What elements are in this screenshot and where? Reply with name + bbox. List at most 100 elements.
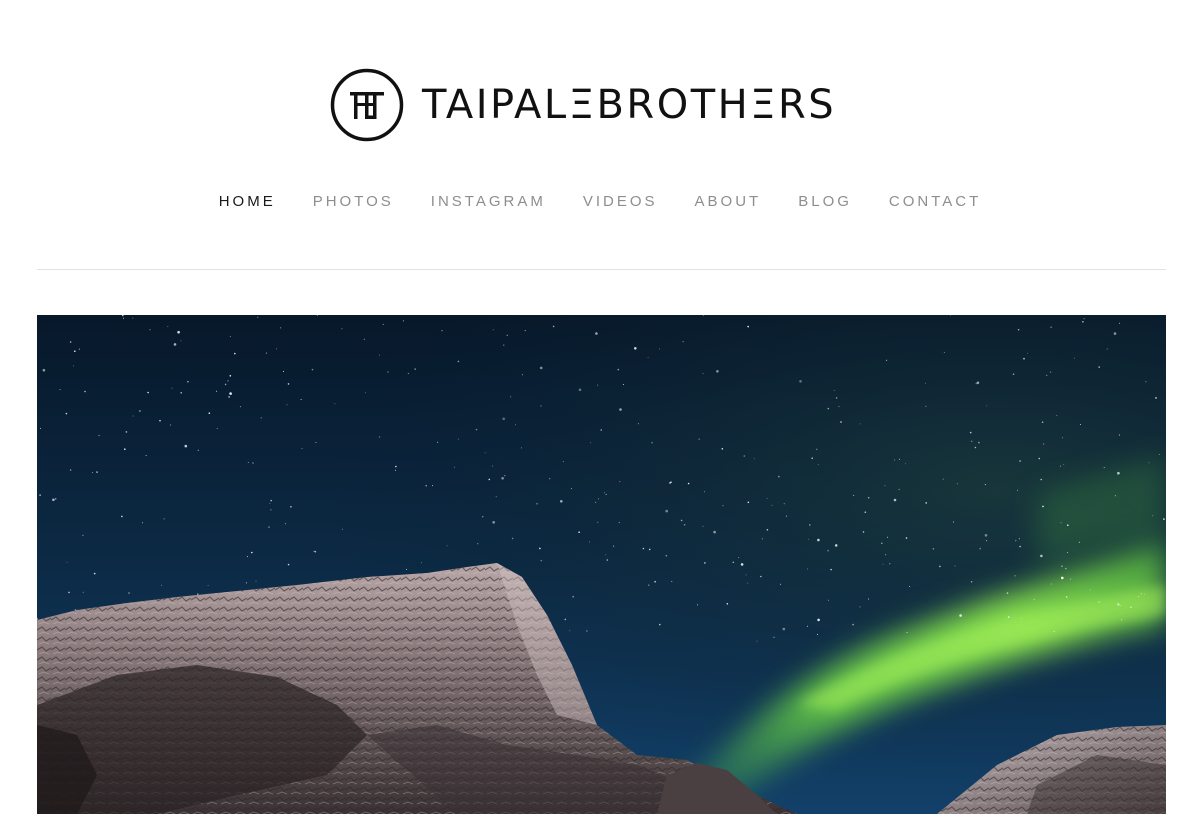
star [562,461,564,463]
nav-blog[interactable]: BLOG [798,193,852,210]
star [976,381,980,385]
star [713,530,716,534]
star [363,338,365,340]
star [167,325,169,327]
star [495,496,497,498]
star [1042,505,1044,508]
star [287,383,290,385]
star [1059,465,1061,467]
star [1062,437,1063,439]
star [1067,552,1068,554]
star [283,370,284,372]
star [745,574,747,576]
star [986,405,988,407]
star [1019,545,1021,548]
star [670,481,672,483]
star [379,354,380,356]
star [617,368,620,371]
star [1012,373,1015,375]
star [414,368,417,370]
star [840,421,842,423]
star [74,350,76,352]
site-logo[interactable]: TAIPALΞBROTHΞRS [330,64,870,146]
header-divider [37,269,1166,270]
star [68,591,70,594]
star [885,554,887,556]
star [1061,565,1063,567]
star [651,441,653,444]
star [909,586,911,587]
star [595,501,597,503]
star [159,419,161,422]
star [721,448,724,450]
nav-about[interactable]: ABOUT [695,193,762,210]
star [838,406,840,408]
star [859,423,861,425]
star [974,446,977,449]
star [552,325,555,328]
star [187,380,189,383]
star [54,498,57,500]
star [65,412,68,415]
star [147,391,149,394]
star [484,452,486,454]
nav-instagram[interactable]: INSTAGRAM [431,193,546,210]
star [407,372,409,374]
star [549,478,551,480]
star [886,359,888,361]
star [492,521,496,524]
nav-photos[interactable]: PHOTOS [313,193,394,210]
star [1080,424,1081,425]
star [341,328,343,330]
star [69,341,72,343]
nav-home[interactable]: HOME [219,193,276,210]
star [889,563,891,565]
star [782,627,786,631]
star [905,537,908,539]
nav-contact[interactable]: CONTACT [889,193,981,210]
nav-videos[interactable]: VIDEOS [583,193,658,210]
star [1158,454,1160,455]
star [925,405,927,407]
star [597,384,599,386]
star [894,459,896,461]
star [290,506,292,508]
star [536,502,538,505]
star [853,494,855,496]
star [571,487,572,489]
star [830,568,832,571]
star [96,471,98,473]
star [622,384,624,385]
star [1043,443,1045,445]
star [761,538,763,540]
star [634,347,637,350]
star [852,623,854,626]
star [884,485,886,487]
star [1056,415,1058,417]
star [619,408,622,411]
star [971,440,973,442]
star [1114,495,1116,497]
star [145,455,147,456]
star [817,618,820,622]
star [1065,596,1068,598]
star [1117,471,1120,475]
star [1163,518,1165,520]
star [378,436,381,438]
star [73,365,75,367]
star [1040,478,1042,481]
star [1121,619,1123,621]
star [82,591,84,593]
star [943,352,945,353]
star [492,329,494,331]
star [177,330,180,334]
star [704,562,706,564]
star [642,547,645,550]
star [1120,605,1122,606]
star [702,525,704,527]
star [454,466,455,468]
star [82,534,84,537]
star [539,547,541,550]
star [229,336,231,338]
star [932,548,935,550]
